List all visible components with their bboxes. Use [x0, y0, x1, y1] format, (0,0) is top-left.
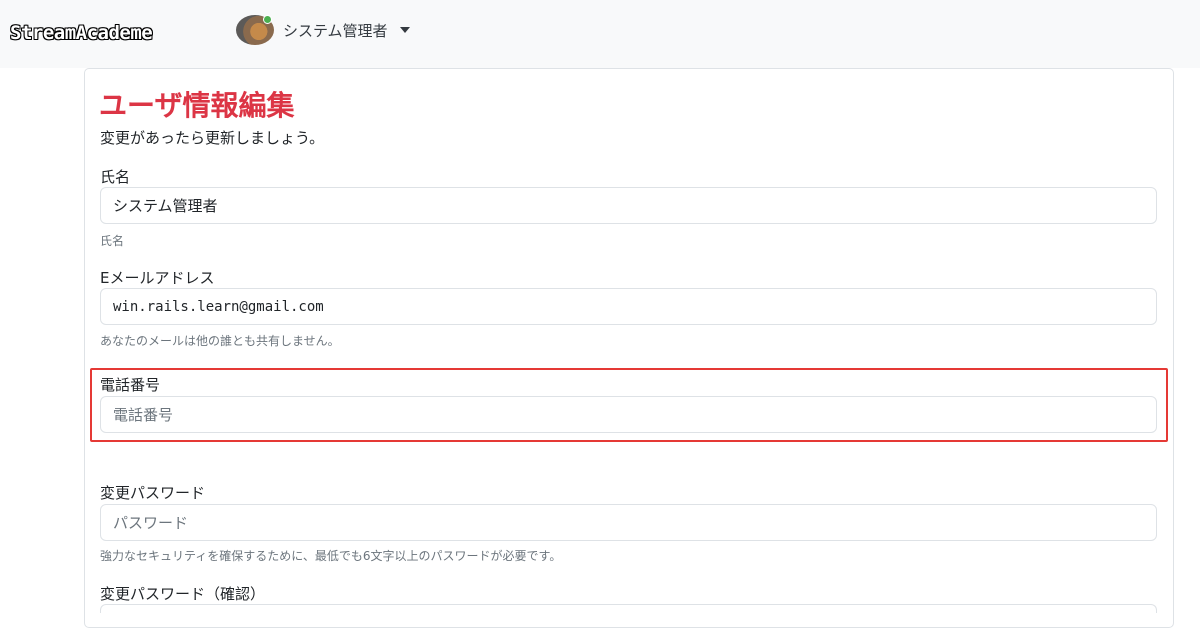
password-field[interactable]: [100, 504, 1157, 541]
password-confirm-label: 変更パスワード（確認）: [100, 585, 266, 603]
chevron-down-icon: [399, 27, 410, 33]
name-help: 氏名: [100, 234, 125, 248]
phone-label: 電話番号: [100, 376, 161, 394]
email-label: Eメールアドレス: [100, 269, 215, 287]
page-title: ユーザ情報編集: [99, 89, 295, 122]
email-help: あなたのメールは他の誰とも共有しません。: [100, 334, 340, 348]
password-help: 強力なセキュリティを確保するために、最低でも6文字以上のパスワードが必要です。: [100, 549, 562, 563]
user-name: システム管理者: [283, 21, 388, 40]
phone-field[interactable]: [100, 396, 1157, 433]
page-lead: 変更があったら更新しましょう。: [100, 129, 325, 147]
password-confirm-field[interactable]: [100, 604, 1157, 613]
email-field[interactable]: [100, 288, 1157, 325]
user-menu-dropdown[interactable]: システム管理者: [236, 14, 410, 46]
password-label: 変更パスワード: [100, 484, 206, 502]
top-navbar: StreamAcademe システム管理者: [0, 0, 1200, 68]
name-field[interactable]: [100, 187, 1157, 224]
name-label: 氏名: [100, 168, 131, 186]
brand-logo[interactable]: StreamAcademe: [10, 22, 153, 44]
online-status-icon: [263, 15, 272, 24]
avatar: [236, 15, 274, 45]
